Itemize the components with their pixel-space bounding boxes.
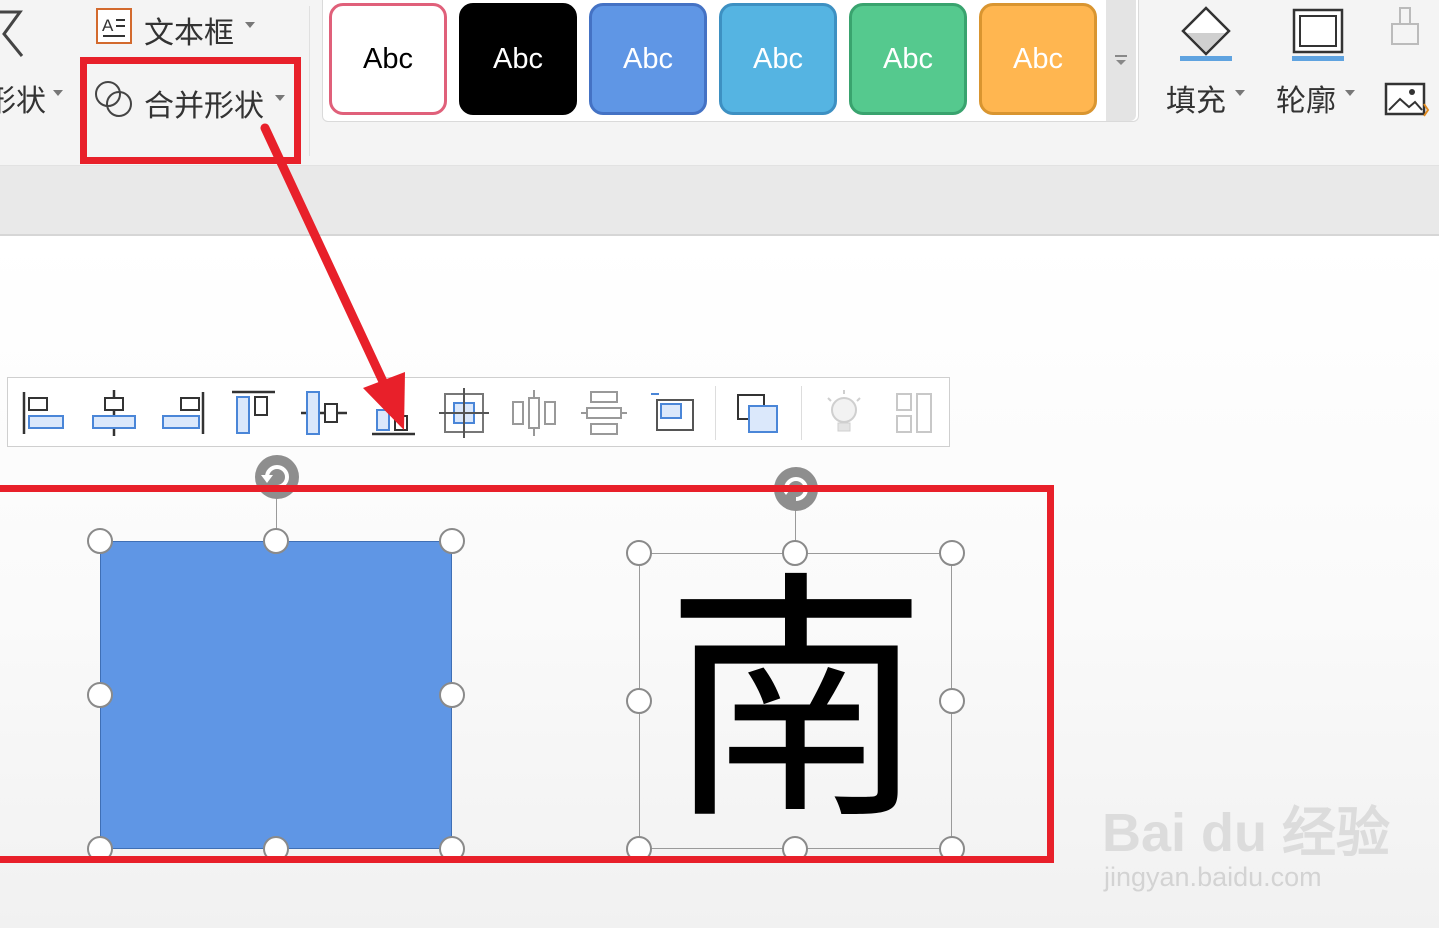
watermark-logo: Bai du 经验 — [1102, 803, 1391, 863]
watermark-url: jingyan.baidu.com — [1104, 862, 1322, 892]
